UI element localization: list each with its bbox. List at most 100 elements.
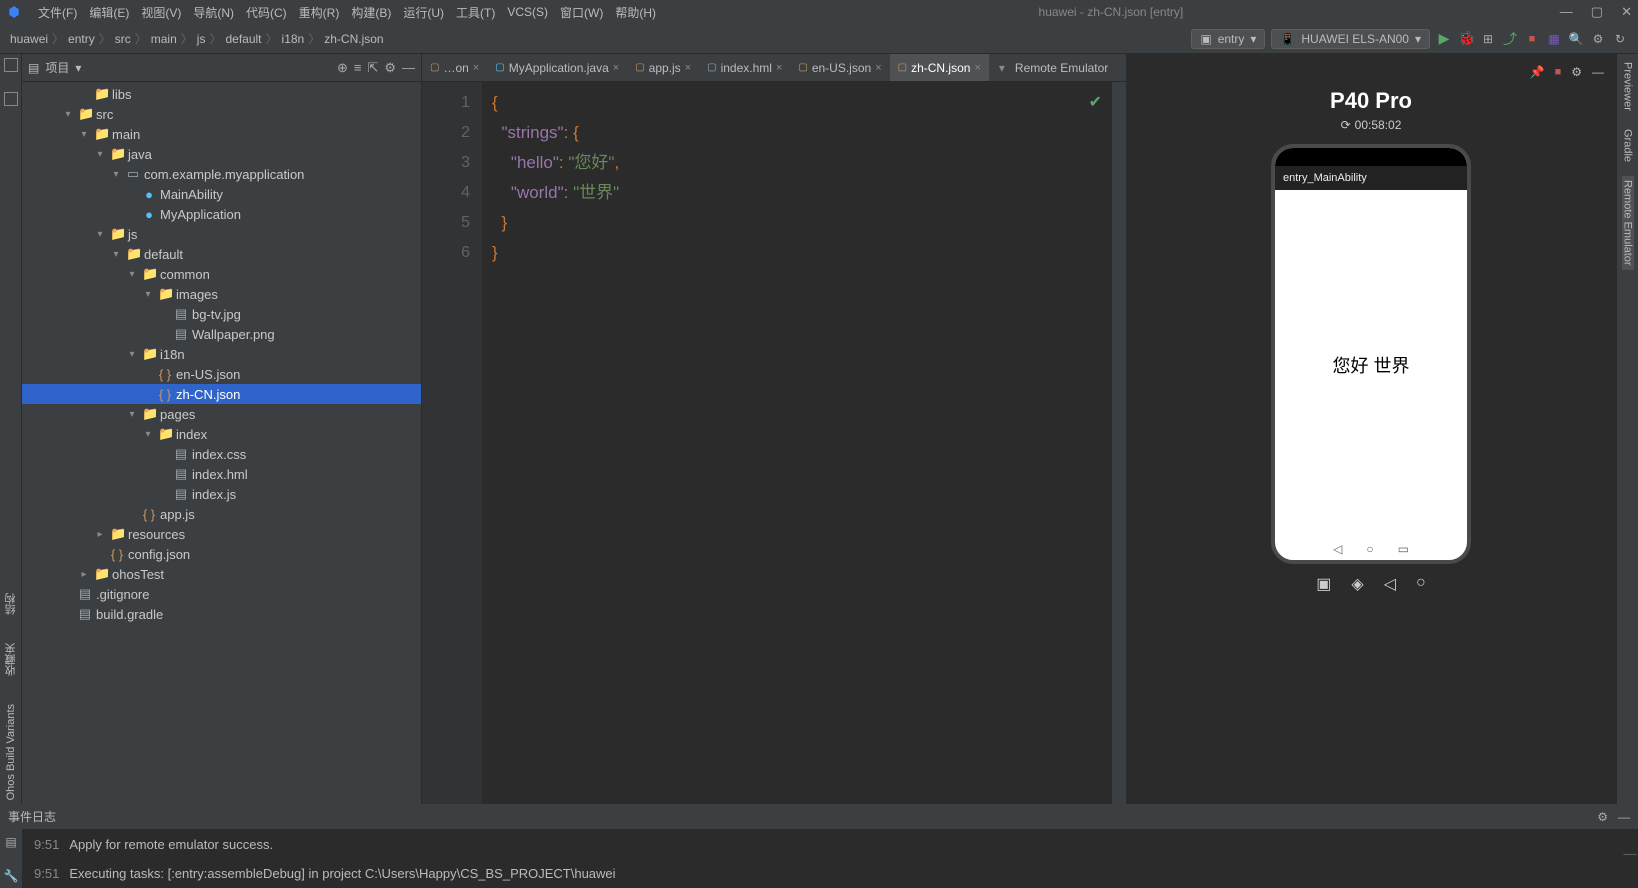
menu-build[interactable]: 构建(B) (345, 4, 397, 21)
attach-debugger-button[interactable]: ▦ (1546, 32, 1562, 46)
emulator-back-button[interactable]: ◁ (1384, 574, 1396, 594)
tree-item-js[interactable]: ▾📁js (22, 224, 421, 244)
editor-tab-zhcnjson[interactable]: ▢zh-CN.json× (890, 54, 989, 81)
emulator-stop-button[interactable]: ■ (1555, 66, 1562, 78)
editor-scrollbar[interactable] (1112, 82, 1126, 804)
phone-recent-icon[interactable]: ▭ (1398, 542, 1409, 556)
tree-arrow-icon[interactable]: ▾ (126, 269, 138, 280)
tab-close-icon[interactable]: × (974, 62, 980, 74)
right-tab-remote-emulator[interactable]: Remote Emulator (1622, 176, 1634, 270)
device-selector[interactable]: 📱 HUAWEI ELS-AN00 ▾ (1271, 29, 1430, 49)
menu-run[interactable]: 运行(U) (397, 4, 450, 21)
breadcrumb[interactable]: huawei〉 entry〉 src〉 main〉 js〉 default〉 i… (10, 30, 384, 47)
project-tree[interactable]: 📁libs▾📁src▾📁main▾📁java▾▭com.example.myap… (22, 82, 421, 804)
tree-arrow-icon[interactable]: ▾ (94, 229, 106, 240)
editor-tab-appjs[interactable]: ▢app.js× (627, 54, 699, 81)
emulator-hide-icon[interactable]: — (1592, 65, 1604, 79)
tree-item-default[interactable]: ▾📁default (22, 244, 421, 264)
tree-item-indexcss[interactable]: ▤index.css (22, 444, 421, 464)
inspections-ok-icon[interactable]: ✔ (1089, 88, 1102, 118)
left-tab-structure[interactable]: 结构 (3, 589, 19, 619)
tree-item-configjson[interactable]: { }config.json (22, 544, 421, 564)
left-tab-favorites[interactable]: 收藏夹 (3, 639, 19, 680)
sync-button[interactable]: ↻ (1612, 32, 1628, 46)
run-button[interactable]: ▶ (1436, 30, 1452, 47)
crumb-src[interactable]: src (115, 32, 131, 46)
tree-item-zhcnjson[interactable]: { }zh-CN.json (22, 384, 421, 404)
tab-close-icon[interactable]: × (776, 62, 782, 74)
phone-frame[interactable]: entry_MainAbility 您好 世界 ◁ ○ ▭ (1271, 144, 1471, 564)
minimize-button[interactable]: — (1560, 4, 1573, 20)
menu-help[interactable]: 帮助(H) (609, 4, 662, 21)
tree-item-src[interactable]: ▾📁src (22, 104, 421, 124)
log-wrench-icon[interactable]: 🔧 (4, 869, 19, 883)
gear-icon[interactable]: ⚙ (1597, 810, 1608, 824)
crumb-i18n[interactable]: i18n (282, 32, 305, 46)
editor-tab-enusjson[interactable]: ▢en-US.json× (790, 54, 889, 81)
crumb-js[interactable]: js (197, 32, 206, 46)
tree-item-comexamplemyapplication[interactable]: ▾▭com.example.myapplication (22, 164, 421, 184)
right-tab-previewer[interactable]: Previewer (1622, 58, 1634, 115)
tree-item-wallpaperpng[interactable]: ▤Wallpaper.png (22, 324, 421, 344)
tree-item-appjs[interactable]: { }app.js (22, 504, 421, 524)
project-tool-icon[interactable] (4, 58, 18, 72)
tree-item-common[interactable]: ▾📁common (22, 264, 421, 284)
coverage-button[interactable]: ⊞ (1480, 32, 1496, 46)
left-tab-buildvariants[interactable]: Ohos Build Variants (5, 700, 17, 804)
settings-button[interactable]: ⚙ (1590, 32, 1606, 46)
debug-button[interactable]: 🐞 (1458, 30, 1474, 47)
tree-item-java[interactable]: ▾📁java (22, 144, 421, 164)
crumb-module[interactable]: entry (68, 32, 95, 46)
menu-code[interactable]: 代码(C) (240, 4, 293, 21)
tree-arrow-icon[interactable]: ▾ (142, 429, 154, 440)
crumb-project[interactable]: huawei (10, 32, 48, 46)
log-filter-icon[interactable]: ▤ (5, 835, 16, 849)
tab-close-icon[interactable]: × (473, 62, 479, 74)
code-editor[interactable]: ✔ { "strings": { "hello": "您好", "world":… (482, 82, 1112, 804)
tree-item-mainability[interactable]: ●MainAbility (22, 184, 421, 204)
chevron-down-icon[interactable]: ▾ (75, 61, 81, 75)
tree-item-bgtvjpg[interactable]: ▤bg-tv.jpg (22, 304, 421, 324)
tree-arrow-icon[interactable]: ▾ (110, 169, 122, 180)
tree-item-gitignore[interactable]: ▤.gitignore (22, 584, 421, 604)
phone-back-icon[interactable]: ◁ (1333, 542, 1342, 556)
tree-arrow-icon[interactable]: ▾ (126, 349, 138, 360)
event-log-body[interactable]: 9:51Apply for remote emulator success. 9… (22, 829, 1638, 888)
editor-tab-on[interactable]: ▢…on× (422, 54, 487, 81)
tree-arrow-icon[interactable]: ▸ (94, 529, 106, 540)
menu-view[interactable]: 视图(V) (135, 4, 187, 21)
tree-arrow-icon[interactable]: ▾ (110, 249, 122, 260)
flatten-icon[interactable]: ≡ (354, 60, 362, 75)
tree-item-index[interactable]: ▾📁index (22, 424, 421, 444)
tree-item-resources[interactable]: ▸📁resources (22, 524, 421, 544)
pin-icon[interactable]: 📌 (1530, 65, 1545, 79)
tab-close-icon[interactable]: × (685, 62, 691, 74)
tree-item-enusjson[interactable]: { }en-US.json (22, 364, 421, 384)
tree-arrow-icon[interactable]: ▾ (62, 109, 74, 120)
tree-item-buildgradle[interactable]: ▤build.gradle (22, 604, 421, 624)
maximize-button[interactable]: ▢ (1591, 4, 1603, 20)
locate-icon[interactable]: ⊕ (337, 60, 348, 76)
gear-icon[interactable]: ⚙ (384, 60, 396, 76)
stop-button[interactable]: ■ (1524, 33, 1540, 45)
profile-button[interactable]: ⤴ (1502, 29, 1518, 49)
editor-tab-indexhml[interactable]: ▢index.hml× (699, 54, 790, 81)
tree-arrow-icon[interactable]: ▾ (126, 409, 138, 420)
emulator-home-button[interactable]: ○ (1416, 574, 1426, 594)
tab-close-icon[interactable]: × (875, 62, 881, 74)
menu-navigate[interactable]: 导航(N) (187, 4, 240, 21)
tree-arrow-icon[interactable]: ▾ (78, 129, 90, 140)
crumb-main[interactable]: main (151, 32, 177, 46)
editor-tab-myapplicationjava[interactable]: ▢MyApplication.java× (487, 54, 627, 81)
tree-item-libs[interactable]: 📁libs (22, 84, 421, 104)
emulator-screenshot-button[interactable]: ▣ (1316, 574, 1331, 594)
tree-item-indexjs[interactable]: ▤index.js (22, 484, 421, 504)
menu-refactor[interactable]: 重构(R) (293, 4, 346, 21)
tree-item-myapplication[interactable]: ●MyApplication (22, 204, 421, 224)
run-config-selector[interactable]: ▣ entry ▾ (1191, 29, 1265, 49)
tree-item-images[interactable]: ▾📁images (22, 284, 421, 304)
tree-arrow-icon[interactable]: ▸ (78, 569, 90, 580)
emulator-rotate-button[interactable]: ◈ (1351, 574, 1363, 594)
crumb-default[interactable]: default (225, 32, 261, 46)
chevron-down-icon[interactable]: ▾ (999, 61, 1005, 75)
